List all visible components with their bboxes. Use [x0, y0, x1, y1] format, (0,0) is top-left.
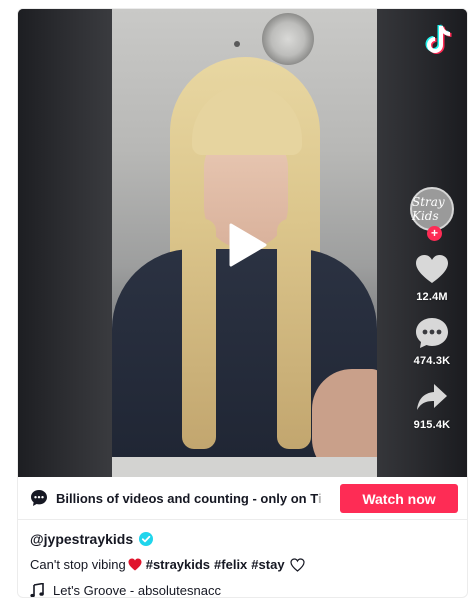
- follow-plus-icon[interactable]: +: [427, 226, 442, 241]
- side-actions: Stray Kids + 12.4M 474.3K 915.4K: [407, 187, 457, 431]
- music-link[interactable]: Let's Groove - absolutesnacc: [30, 582, 221, 598]
- ceiling-light: [262, 13, 314, 65]
- hashtag-link[interactable]: #stay: [251, 557, 284, 572]
- video-caption: Can't stop vibing #straykids #felix #sta…: [30, 557, 305, 572]
- heart-icon[interactable]: [414, 251, 450, 287]
- video-blur-left: [18, 9, 112, 477]
- hashtag-link[interactable]: #straykids: [146, 557, 210, 572]
- promo-tagline: Billions of videos and counting - only o…: [56, 491, 352, 506]
- ceiling-dot: [234, 41, 240, 47]
- creator-username[interactable]: @jypestraykids: [30, 531, 133, 547]
- comment-action[interactable]: 474.3K: [414, 315, 451, 367]
- watch-now-button[interactable]: Watch now: [340, 484, 458, 513]
- share-arrow-icon[interactable]: [414, 379, 450, 415]
- desk-surface: [112, 457, 377, 477]
- tiktok-logo-icon: [422, 23, 454, 57]
- like-action[interactable]: 12.4M: [414, 251, 450, 303]
- creator-avatar[interactable]: Stray Kids +: [410, 187, 454, 241]
- avatar-logo-text: Stray Kids: [412, 195, 445, 223]
- video-player[interactable]: Stray Kids + 12.4M 474.3K 915.4K: [18, 9, 467, 477]
- person-hair-right: [277, 219, 311, 449]
- share-count: 915.4K: [413, 419, 451, 431]
- like-count: 12.4M: [416, 291, 448, 303]
- red-heart-emoji-icon: [128, 558, 142, 571]
- promo-banner: Billions of videos and counting - only o…: [18, 477, 467, 520]
- verified-badge-icon: [139, 532, 154, 546]
- comment-icon[interactable]: [414, 315, 450, 351]
- hashtag-link[interactable]: #felix: [214, 557, 247, 572]
- music-note-icon: [30, 582, 44, 597]
- music-title: Let's Groove - absolutesnacc: [53, 583, 221, 598]
- chat-bubble-icon: [30, 489, 48, 507]
- promo-tagline-fade: i: [317, 490, 322, 506]
- comment-count: 474.3K: [413, 355, 451, 367]
- username-row: @jypestraykids: [30, 531, 154, 547]
- person-hair-left: [182, 219, 216, 449]
- caption-text: Can't stop vibing: [30, 557, 126, 572]
- play-icon[interactable]: [227, 223, 267, 267]
- video-card: Stray Kids + 12.4M 474.3K 915.4K Billion…: [17, 8, 468, 598]
- white-heart-emoji-icon: [289, 557, 305, 572]
- promo-tagline-text: Billions of videos and counting - only o…: [56, 490, 318, 506]
- share-action[interactable]: 915.4K: [414, 379, 451, 431]
